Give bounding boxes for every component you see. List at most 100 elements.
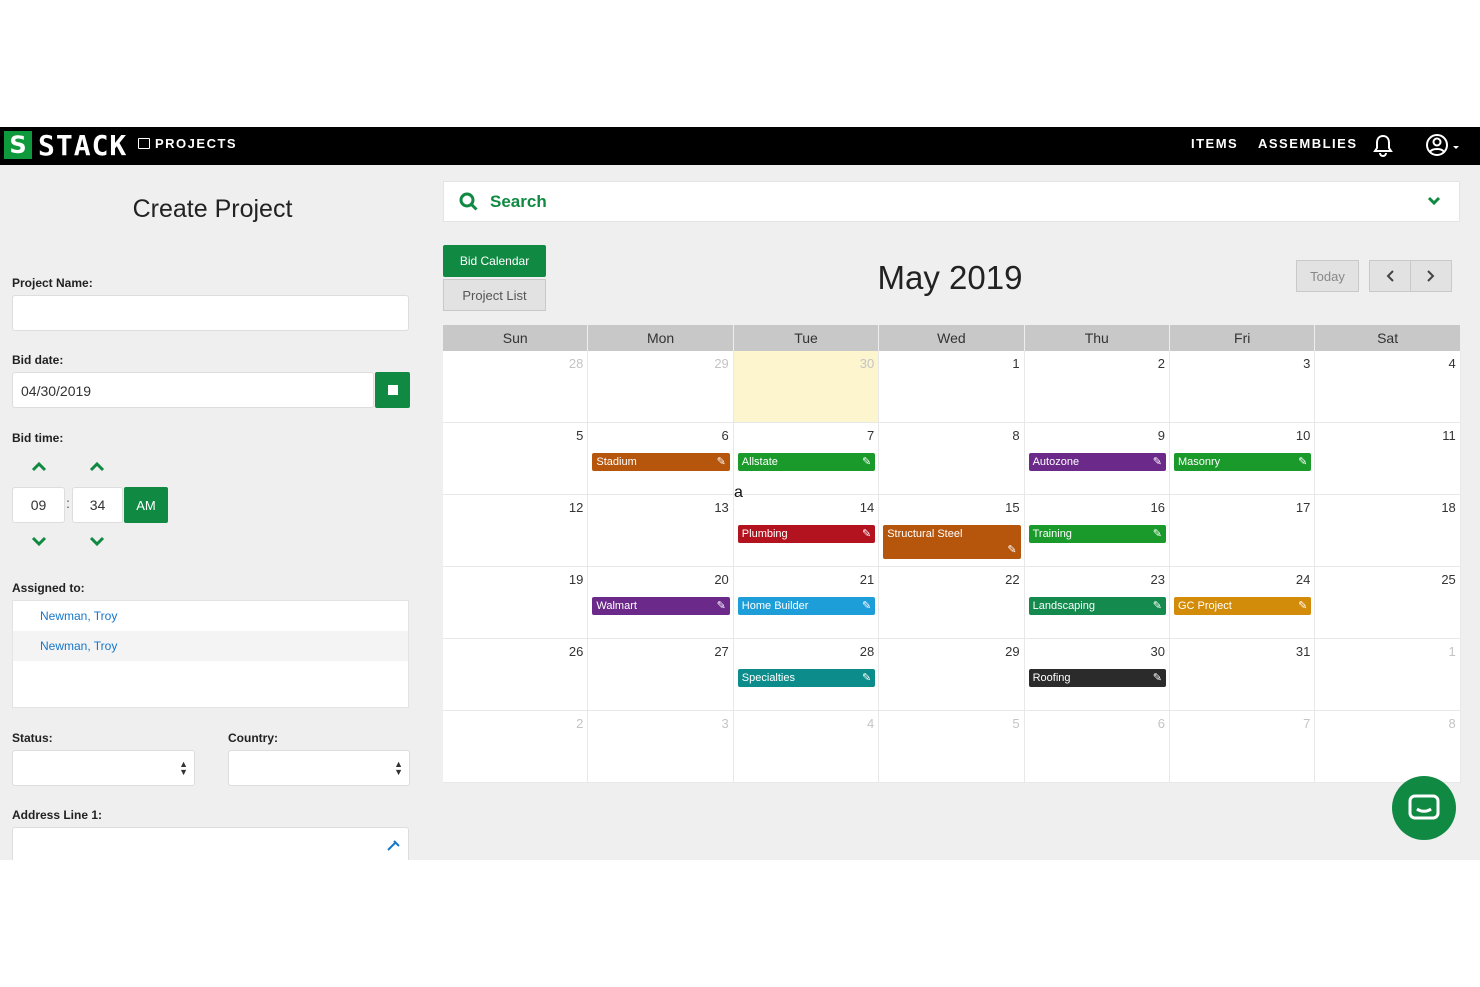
weekday-header-tue: Tue: [733, 325, 880, 351]
nav-assemblies[interactable]: ASSEMBLIES: [1258, 136, 1358, 151]
event-label: Autozone: [1032, 456, 1080, 468]
day-cell[interactable]: 19: [443, 567, 589, 639]
stack-logo[interactable]: S STACK: [4, 129, 127, 162]
calendar-event[interactable]: Roofing ✎: [1028, 669, 1166, 687]
weekday-header-fri: Fri: [1170, 325, 1316, 351]
day-cell[interactable]: 2: [1024, 351, 1170, 423]
day-cell[interactable]: 26: [443, 639, 589, 711]
day-cell[interactable]: 2: [443, 711, 589, 783]
edit-pencil-icon[interactable]: ✎: [1153, 525, 1162, 543]
status-select[interactable]: ▲ ▼: [12, 750, 195, 786]
event-label: Landscaping: [1032, 600, 1095, 612]
search-icon: [459, 192, 478, 211]
time-colon: :: [66, 495, 70, 511]
project-list-button[interactable]: Project List: [443, 279, 546, 311]
calendar-event[interactable]: Allstate ✎: [737, 453, 876, 471]
page-title: Create Project: [132, 195, 293, 223]
bid-calendar-button[interactable]: Bid Calendar: [443, 245, 546, 277]
edit-pencil-icon[interactable]: ✎: [862, 453, 871, 471]
nav-items[interactable]: ITEMS: [1191, 136, 1238, 151]
day-cell[interactable]: 11: [1315, 423, 1461, 495]
stray-text: a: [734, 484, 743, 501]
calendar-event[interactable]: Training ✎: [1028, 525, 1166, 543]
ampm-toggle-button[interactable]: AM: [124, 487, 168, 523]
nav-projects[interactable]: PROJECTS: [138, 136, 237, 151]
day-cell[interactable]: 1: [879, 351, 1025, 423]
day-cell[interactable]: 13: [588, 495, 734, 567]
select-arrows-icon: ▲ ▼: [179, 759, 188, 777]
calendar-event[interactable]: Structural Steel ✎: [883, 525, 1021, 559]
calendar-event[interactable]: Masonry ✎: [1174, 453, 1312, 471]
day-cell[interactable]: 27: [588, 639, 734, 711]
user-account-icon[interactable]: [1422, 131, 1462, 159]
assignee-item[interactable]: Newman, Troy: [13, 601, 408, 631]
country-select[interactable]: ▲ ▼: [228, 750, 410, 786]
edit-pencil-icon[interactable]: ✎: [862, 669, 871, 687]
day-cell[interactable]: 4: [1315, 351, 1461, 423]
edit-pencil-icon[interactable]: ✎: [1298, 597, 1307, 615]
day-cell[interactable]: 29: [588, 351, 734, 423]
day-cell[interactable]: 8: [1315, 711, 1461, 783]
today-button[interactable]: Today: [1296, 260, 1359, 292]
next-month-button[interactable]: [1410, 260, 1452, 292]
day-cell[interactable]: 28: [443, 351, 589, 423]
event-label: GC Project: [1178, 600, 1232, 612]
day-cell[interactable]: 18: [1315, 495, 1461, 567]
edit-pencil-icon[interactable]: ✎: [717, 453, 726, 471]
day-cell[interactable]: 3: [588, 711, 734, 783]
calendar-event[interactable]: Autozone ✎: [1028, 453, 1166, 471]
assignee-item[interactable]: Newman, Troy: [13, 631, 408, 661]
chevron-down-icon[interactable]: [1427, 196, 1441, 206]
calendar-event[interactable]: Stadium ✎: [592, 453, 730, 471]
project-name-input[interactable]: [12, 295, 409, 331]
day-cell[interactable]: 5: [443, 423, 589, 495]
day-cell[interactable]: 12: [443, 495, 589, 567]
calendar-event[interactable]: Walmart ✎: [592, 597, 730, 615]
day-number: 31: [1295, 644, 1311, 659]
day-cell[interactable]: 25: [1315, 567, 1461, 639]
calendar-event[interactable]: GC Project ✎: [1174, 597, 1312, 615]
address-line1-input[interactable]: [12, 827, 409, 860]
edit-pencil-icon[interactable]: ✎: [1153, 597, 1162, 615]
day-cell[interactable]: 29: [879, 639, 1025, 711]
address-line1-label: Address Line 1:: [12, 808, 103, 822]
day-cell[interactable]: 8: [879, 423, 1025, 495]
day-cell[interactable]: 17: [1170, 495, 1316, 567]
day-cell[interactable]: 3: [1170, 351, 1316, 423]
hour-down-chevron-icon[interactable]: [30, 535, 48, 547]
day-cell[interactable]: 5: [879, 711, 1025, 783]
day-cell[interactable]: 1: [1315, 639, 1461, 711]
day-number: 11: [1442, 428, 1456, 443]
calendar-event[interactable]: Plumbing ✎: [737, 525, 876, 543]
calendar-event[interactable]: Specialties ✎: [737, 669, 876, 687]
chat-launcher-button[interactable]: [1392, 776, 1456, 840]
edit-pencil-icon[interactable]: ✎: [1153, 453, 1162, 471]
bid-date-input[interactable]: 04/30/2019: [12, 372, 374, 408]
edit-pencil-icon[interactable]: ✎: [862, 525, 871, 543]
search-bar[interactable]: Search: [443, 181, 1460, 222]
minute-down-chevron-icon[interactable]: [88, 535, 106, 547]
weekday-header-sat: Sat: [1315, 325, 1461, 351]
edit-pencil-icon[interactable]: ✎: [862, 597, 871, 615]
hour-up-chevron-icon[interactable]: [30, 461, 48, 473]
minute-input[interactable]: 34: [72, 487, 123, 523]
day-number: 16: [1150, 500, 1165, 515]
calendar-picker-button[interactable]: [375, 372, 410, 408]
prev-month-button[interactable]: [1369, 260, 1411, 292]
notifications-bell-icon[interactable]: [1369, 131, 1397, 159]
day-cell[interactable]: 31: [1170, 639, 1316, 711]
minute-up-chevron-icon[interactable]: [88, 461, 106, 473]
edit-pencil-icon[interactable]: ✎: [1153, 669, 1162, 687]
edit-pencil-icon[interactable]: ✎: [1007, 541, 1016, 559]
day-cell[interactable]: 4: [733, 711, 880, 783]
chevron-right-icon: [1427, 270, 1435, 282]
day-cell[interactable]: 7: [1170, 711, 1316, 783]
edit-pencil-icon[interactable]: ✎: [717, 597, 726, 615]
calendar-event[interactable]: Home Builder ✎: [737, 597, 876, 615]
edit-pencil-icon[interactable]: ✎: [1298, 453, 1307, 471]
calendar-event[interactable]: Landscaping ✎: [1028, 597, 1166, 615]
day-cell[interactable]: 30: [733, 351, 880, 423]
day-cell[interactable]: 6: [1024, 711, 1170, 783]
day-cell[interactable]: 22: [879, 567, 1025, 639]
hour-input[interactable]: 09: [12, 487, 65, 523]
